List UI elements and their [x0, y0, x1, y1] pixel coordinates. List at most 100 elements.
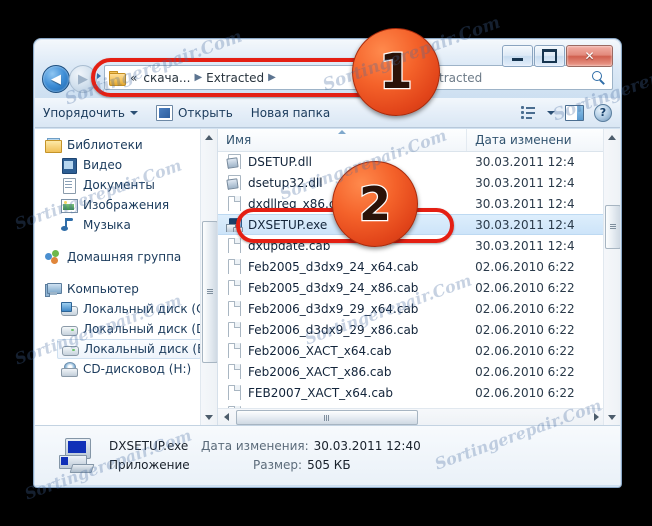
back-arrow-icon: ◀	[51, 71, 61, 87]
minimize-icon	[512, 58, 523, 61]
file-name-label: dsetup32.dll	[248, 175, 323, 190]
sidebar-item-libraries[interactable]: Библиотеки	[35, 135, 201, 155]
sidebar-item-drive-e[interactable]: Локальный диск (E:)	[57, 339, 213, 359]
details-size-label: Размер:	[253, 457, 303, 472]
drive-icon	[61, 322, 78, 336]
organize-label: Упорядочить	[43, 105, 125, 120]
search-box[interactable]: tracted	[432, 65, 613, 90]
hscroll-thumb[interactable]	[236, 410, 418, 425]
sidebar-item-video[interactable]: Видео	[35, 155, 201, 175]
new-folder-button[interactable]: Новая папка	[251, 106, 330, 120]
preview-pane-icon[interactable]	[565, 104, 584, 121]
filelist-scroll-thumb[interactable]	[605, 205, 620, 249]
sidebar-item-label: Компьютер	[67, 282, 139, 296]
table-row[interactable]: Feb2005_d3dx9_24_x86.cab 02.06.2010 6:22	[218, 277, 604, 298]
chevron-left-icon	[223, 413, 229, 421]
chevron-down-icon	[608, 414, 616, 420]
chevron-down-icon	[205, 414, 213, 420]
maximize-button[interactable]	[534, 45, 565, 67]
search-input[interactable]: tracted	[439, 71, 592, 85]
table-row[interactable]: Feb2006_XACT_x64.cab 02.06.2010 6:22	[218, 340, 604, 361]
navpane-scroll-down-button[interactable]	[201, 409, 217, 425]
nav-spacer-2	[35, 267, 201, 279]
file-date-cell: 30.03.2011 12:4	[475, 217, 575, 232]
file-name-cell: Feb2006_d3dx9_29_x86.cab	[218, 322, 467, 337]
filelist-scroll-down-button[interactable]	[604, 409, 620, 425]
sidebar-item-pictures[interactable]: Изображения	[35, 195, 201, 215]
file-date-cell: 02.06.2010 6:22	[475, 364, 575, 379]
file-date-cell: 02.06.2010 6:22	[475, 385, 575, 400]
screenshot-root: ✕ ◀ ▶ « скача... ▶ Extracted ▶ tracted У…	[0, 0, 652, 526]
details-size-value: 505 КБ	[307, 457, 351, 472]
file-name-cell: Feb2006_XACT_x64.cab	[218, 343, 467, 358]
minimize-button[interactable]	[502, 45, 533, 67]
open-icon	[155, 104, 173, 121]
sidebar-item-drive-d[interactable]: Локальный диск (D:)	[35, 319, 214, 339]
explorer-body: Библиотеки Видео Документы Изображения М…	[35, 129, 620, 425]
sidebar-item-music[interactable]: Музыка	[35, 215, 201, 235]
table-row[interactable]: Feb2005_d3dx9_24_x64.cab 02.06.2010 6:22	[218, 256, 604, 277]
music-icon	[61, 218, 77, 232]
details-type-value: Приложение	[109, 457, 190, 472]
sidebar-item-label: Музыка	[83, 218, 131, 232]
details-row-bottom: Приложение Размер: 505 КБ	[109, 456, 421, 475]
sidebar-item-cd-drive[interactable]: CD-дисковод (H:)	[35, 359, 201, 379]
details-row-top: DXSETUP.exe Дата изменения: 30.03.2011 1…	[109, 437, 421, 456]
navpane-scroll-up-button[interactable]	[201, 129, 217, 145]
sidebar-item-label: Локальный диск (C:)	[83, 302, 214, 316]
table-row[interactable]: FEB2007_XACT_x64.cab 02.06.2010 6:22	[218, 382, 604, 403]
hscroll-right-button[interactable]	[588, 409, 604, 425]
close-button[interactable]: ✕	[566, 45, 613, 67]
file-name-label: Feb2006_d3dx9_29_x86.cab	[248, 322, 419, 337]
pictures-icon	[61, 198, 78, 213]
navpane-scrollbar[interactable]	[200, 129, 217, 425]
view-mode-chevron-down-icon[interactable]	[547, 110, 555, 115]
sidebar-item-homegroup[interactable]: Домашняя группа	[35, 247, 201, 267]
file-list-vertical-scrollbar[interactable]	[603, 129, 620, 425]
system-drive-icon	[61, 302, 78, 316]
dll-file-icon	[226, 154, 242, 169]
file-date-cell: 30.03.2011 12:4	[475, 238, 575, 253]
cab-file-icon	[226, 385, 242, 400]
column-header-row: Имя Дата изменени	[218, 129, 604, 152]
file-name-label: Feb2006_XACT_x64.cab	[248, 343, 392, 358]
open-button[interactable]: Открыть	[155, 104, 233, 121]
search-icon	[592, 70, 606, 85]
help-icon[interactable]: ?	[594, 103, 612, 122]
details-pane: DXSETUP.exe Дата изменения: 30.03.2011 1…	[35, 425, 620, 485]
table-row[interactable]: DSETUP.dll 30.03.2011 12:4	[218, 151, 604, 172]
view-mode-icon[interactable]	[521, 106, 536, 119]
drive-icon	[62, 342, 79, 356]
documents-icon	[61, 178, 77, 194]
file-date-cell: 30.03.2011 12:4	[475, 154, 575, 169]
chevron-up-icon	[205, 134, 213, 140]
back-button[interactable]: ◀	[42, 65, 70, 93]
file-name-cell: Feb2005_d3dx9_24_x64.cab	[218, 259, 467, 274]
file-name-cell: Feb2005_d3dx9_24_x86.cab	[218, 280, 467, 295]
navpane-scroll-thumb[interactable]	[202, 221, 217, 363]
library-icon	[45, 138, 62, 153]
file-name-cell: FEB2007_XACT_x64.cab	[218, 385, 467, 400]
sidebar-item-drive-c[interactable]: Локальный диск (C:)	[35, 299, 213, 319]
sidebar-item-label: Изображения	[83, 198, 170, 212]
homegroup-icon	[45, 250, 61, 264]
sidebar-item-label: Локальный диск (D:)	[83, 322, 215, 336]
table-row[interactable]: Feb2006_d3dx9_29_x86.cab 02.06.2010 6:22	[218, 319, 604, 340]
command-toolbar: Упорядочить Открыть Новая папка ?	[35, 98, 620, 128]
column-header-name[interactable]: Имя	[218, 129, 468, 151]
table-row[interactable]: Feb2006_XACT_x86.cab 02.06.2010 6:22	[218, 361, 604, 382]
application-icon	[53, 436, 97, 476]
sidebar-item-label: Домашняя группа	[67, 250, 182, 264]
hscroll-left-button[interactable]	[218, 409, 234, 425]
organize-button[interactable]: Упорядочить	[43, 106, 138, 120]
table-row[interactable]: Feb2006_d3dx9_29_x64.cab 02.06.2010 6:22	[218, 298, 604, 319]
column-header-date[interactable]: Дата изменени	[467, 129, 604, 151]
maximize-icon	[542, 49, 557, 63]
sidebar-item-computer[interactable]: Компьютер	[35, 279, 201, 299]
video-icon	[61, 158, 77, 174]
sidebar-item-documents[interactable]: Документы	[35, 175, 201, 195]
toolbar-right-group: ?	[521, 103, 612, 122]
filelist-scroll-up-button[interactable]	[604, 129, 620, 145]
chevron-up-icon	[608, 134, 616, 140]
file-list-horizontal-scrollbar[interactable]	[218, 408, 604, 425]
